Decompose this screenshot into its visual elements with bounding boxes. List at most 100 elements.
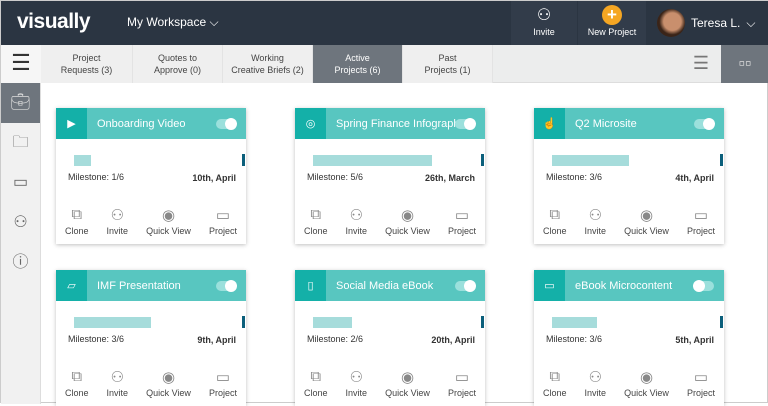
- clone-button[interactable]: ⧉ Clone: [65, 206, 89, 236]
- list-view-icon[interactable]: ☰: [681, 45, 721, 83]
- clone-button[interactable]: ⧉ Clone: [543, 368, 567, 398]
- project-button[interactable]: ▭ Project: [448, 206, 476, 236]
- card-header: ▯ Social Media eBook: [295, 270, 485, 301]
- milestone-label: Milestone: 3/6: [546, 334, 603, 344]
- card-title[interactable]: Social Media eBook: [336, 280, 433, 292]
- project-button[interactable]: ▭ Project: [448, 368, 476, 398]
- tab-label: Past: [438, 53, 457, 63]
- new-project-button[interactable]: + New Project: [578, 1, 646, 45]
- milestone-progress: [552, 316, 723, 328]
- card-toggle[interactable]: [693, 280, 714, 292]
- clone-label: Clone: [543, 388, 567, 398]
- project-card: ▯ Social Media eBook Milestone: 2/6 20th,…: [295, 270, 485, 406]
- tab-label: Project: [72, 53, 101, 63]
- user-icon[interactable]: ⚇: [1, 203, 40, 243]
- project-card: ☝ Q2 Microsite Milestone: 3/6 4th, April …: [534, 108, 724, 244]
- tab-label: Projects (6): [334, 65, 381, 75]
- project-button[interactable]: ▭ Project: [209, 206, 237, 236]
- quick-view-button[interactable]: ◉ Quick View: [385, 368, 430, 398]
- due-date: 5th, April: [675, 335, 714, 345]
- project-label: Project: [447, 388, 476, 398]
- hamburger-menu-icon[interactable]: ☰: [1, 45, 41, 83]
- invite-button[interactable]: ⚇ Invite: [107, 368, 129, 398]
- project-card: ◎ Spring Finance Infographic Milestone: 5…: [295, 108, 485, 244]
- card-toggle[interactable]: [455, 280, 476, 292]
- tab-project-requests[interactable]: Project Requests (3): [41, 45, 133, 83]
- clone-button[interactable]: ⧉ Clone: [304, 206, 328, 236]
- deadline-marker: [720, 154, 723, 166]
- project-button[interactable]: ▭ Project: [209, 368, 237, 398]
- card-toggle[interactable]: [216, 118, 237, 130]
- grid-view-icon[interactable]: ▫▫: [721, 45, 768, 83]
- eye-icon: ◉: [400, 369, 415, 386]
- card-header: ▱ IMF Presentation: [56, 270, 246, 301]
- tab-active-projects[interactable]: Active Projects (6): [313, 45, 403, 83]
- invite-label: Invite: [345, 388, 368, 398]
- milestone-progress: [74, 316, 245, 328]
- briefcase-icon: ▭: [454, 207, 470, 224]
- milestone-progress: [313, 316, 484, 328]
- tab-working-creative-briefs[interactable]: Working Creative Briefs (2): [223, 45, 313, 83]
- logo[interactable]: visually: [17, 10, 91, 34]
- card-title[interactable]: Onboarding Video: [97, 118, 185, 130]
- plus-icon: +: [578, 5, 646, 27]
- quick-view-button[interactable]: ◉ Quick View: [624, 368, 669, 398]
- clone-button[interactable]: ⧉ Clone: [304, 368, 328, 398]
- invite-button[interactable]: ⚇ Invite: [346, 206, 368, 236]
- new-project-label: New Project: [587, 27, 637, 37]
- briefcase-icon[interactable]: 💼︎: [1, 83, 40, 123]
- project-button[interactable]: ▭ Project: [687, 206, 715, 236]
- card-header: ▭ eBook Microcontent: [534, 270, 724, 301]
- due-date: 9th, April: [197, 335, 236, 345]
- clone-icon: ⧉: [310, 368, 322, 385]
- invite-button[interactable]: ⚇ Invite: [511, 1, 577, 45]
- eye-icon: ◉: [639, 207, 654, 224]
- invite-button[interactable]: ⚇ Invite: [585, 206, 607, 236]
- quick-view-button[interactable]: ◉ Quick View: [146, 368, 191, 398]
- add-user-icon: ⚇: [110, 207, 125, 224]
- tab-label: Working: [251, 53, 284, 63]
- progress-fill: [74, 155, 91, 166]
- quick-view-button[interactable]: ◉ Quick View: [146, 206, 191, 236]
- play-icon: ▶: [56, 108, 87, 139]
- tab-past-projects[interactable]: Past Projects (1): [403, 45, 493, 83]
- card-title[interactable]: Spring Finance Infographic: [336, 118, 467, 130]
- project-card: ▱ IMF Presentation Milestone: 3/6 9th, Ap…: [56, 270, 246, 406]
- card-title[interactable]: eBook Microcontent: [575, 280, 672, 292]
- add-user-icon: ⚇: [349, 207, 364, 224]
- chevron-down-icon: ⌵: [746, 15, 756, 30]
- invite-button[interactable]: ⚇ Invite: [585, 368, 607, 398]
- project-label: Project: [208, 388, 237, 398]
- tab-quotes-to-approve[interactable]: Quotes to Approve (0): [133, 45, 223, 83]
- quick-view-label: Quick View: [385, 388, 430, 398]
- eye-icon: ◉: [639, 369, 654, 386]
- workspace-label: My Workspace: [127, 15, 207, 29]
- invite-button[interactable]: ⚇ Invite: [346, 368, 368, 398]
- invite-button[interactable]: ⚇ Invite: [107, 206, 129, 236]
- top-bar: visually My Workspace ⌵ ⚇ Invite + New Pro…: [1, 1, 768, 45]
- user-menu[interactable]: Teresa L. ⌵: [657, 9, 755, 37]
- tab-label: Approve (0): [153, 65, 202, 75]
- help-icon[interactable]: ⓘ: [1, 243, 40, 283]
- deadline-marker: [720, 316, 723, 328]
- clone-button[interactable]: ⧉ Clone: [65, 368, 89, 398]
- card-toggle[interactable]: [455, 118, 476, 130]
- folder-icon[interactable]: 🗀: [1, 123, 40, 163]
- card-title[interactable]: Q2 Microsite: [575, 118, 637, 130]
- milestone-progress: [74, 154, 245, 166]
- card-toggle[interactable]: [216, 280, 237, 292]
- card-toggle[interactable]: [694, 118, 715, 130]
- credit-card-icon[interactable]: ▭: [1, 163, 40, 203]
- quick-view-button[interactable]: ◉ Quick View: [385, 206, 430, 236]
- tab-bar: ☰ Project Requests (3) Quotes to Approve (…: [1, 45, 768, 83]
- project-label: Project: [208, 226, 237, 236]
- tab-label: Quotes to: [157, 53, 198, 63]
- clone-button[interactable]: ⧉ Clone: [543, 206, 567, 236]
- clone-label: Clone: [304, 388, 328, 398]
- clone-label: Clone: [65, 226, 89, 236]
- workspace-dropdown[interactable]: My Workspace ⌵: [127, 15, 219, 30]
- clone-icon: ⧉: [549, 206, 561, 223]
- project-button[interactable]: ▭ Project: [687, 368, 715, 398]
- quick-view-button[interactable]: ◉ Quick View: [624, 206, 669, 236]
- card-title[interactable]: IMF Presentation: [97, 280, 181, 292]
